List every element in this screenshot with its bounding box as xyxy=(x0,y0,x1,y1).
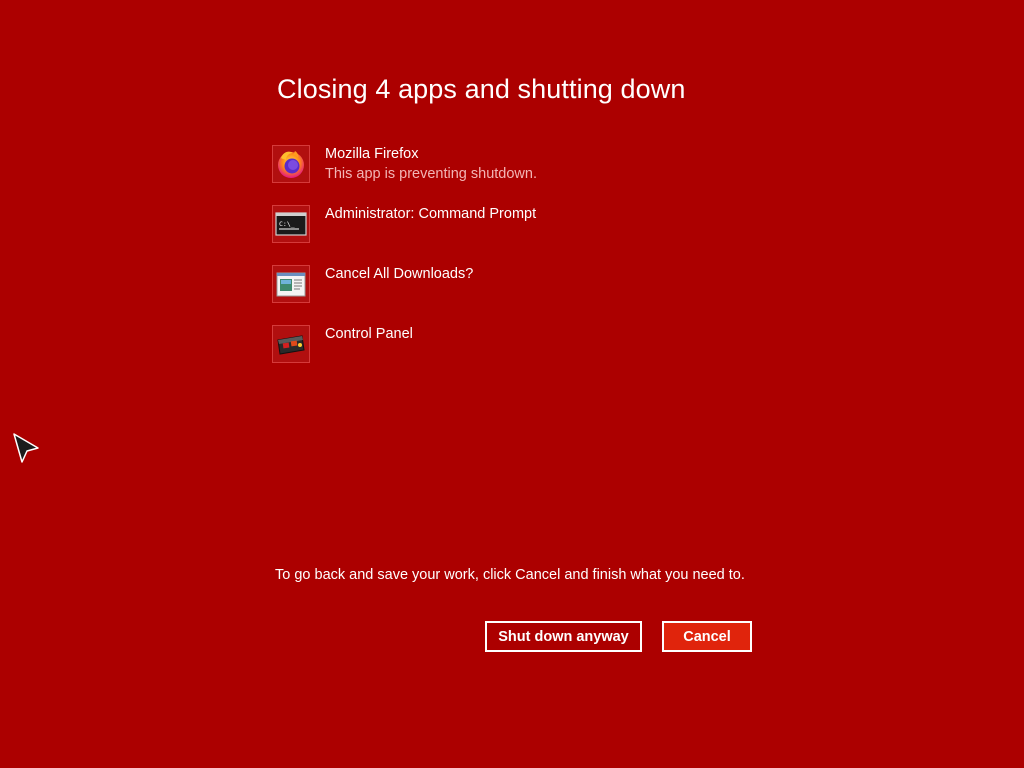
svg-text:C:\_: C:\_ xyxy=(279,220,295,228)
shutdown-screen: Closing 4 apps and shutting down Mozilla… xyxy=(0,0,1024,768)
cancel-button[interactable]: Cancel xyxy=(662,621,752,652)
mouse-pointer-icon xyxy=(12,432,42,471)
list-item-firefox: Mozilla Firefox This app is preventing s… xyxy=(272,145,792,185)
app-name: Cancel All Downloads? xyxy=(325,266,474,282)
instruction-message: To go back and save your work, click Can… xyxy=(275,567,745,583)
command-prompt-icon: C:\_ xyxy=(272,205,310,243)
firefox-icon xyxy=(272,145,310,183)
shut-down-anyway-button[interactable]: Shut down anyway xyxy=(485,621,642,652)
control-panel-icon xyxy=(272,325,310,363)
app-status: This app is preventing shutdown. xyxy=(325,166,537,182)
list-item-control-panel: Control Panel xyxy=(272,325,792,365)
app-name: Administrator: Command Prompt xyxy=(325,206,537,222)
list-item-downloads: Cancel All Downloads? xyxy=(272,265,792,305)
app-name: Mozilla Firefox xyxy=(325,146,419,162)
downloads-window-icon xyxy=(272,265,310,303)
app-name: Control Panel xyxy=(325,326,413,342)
list-item-command-prompt: C:\_ Administrator: Command Prompt xyxy=(272,205,792,245)
page-title: Closing 4 apps and shutting down xyxy=(277,74,686,104)
